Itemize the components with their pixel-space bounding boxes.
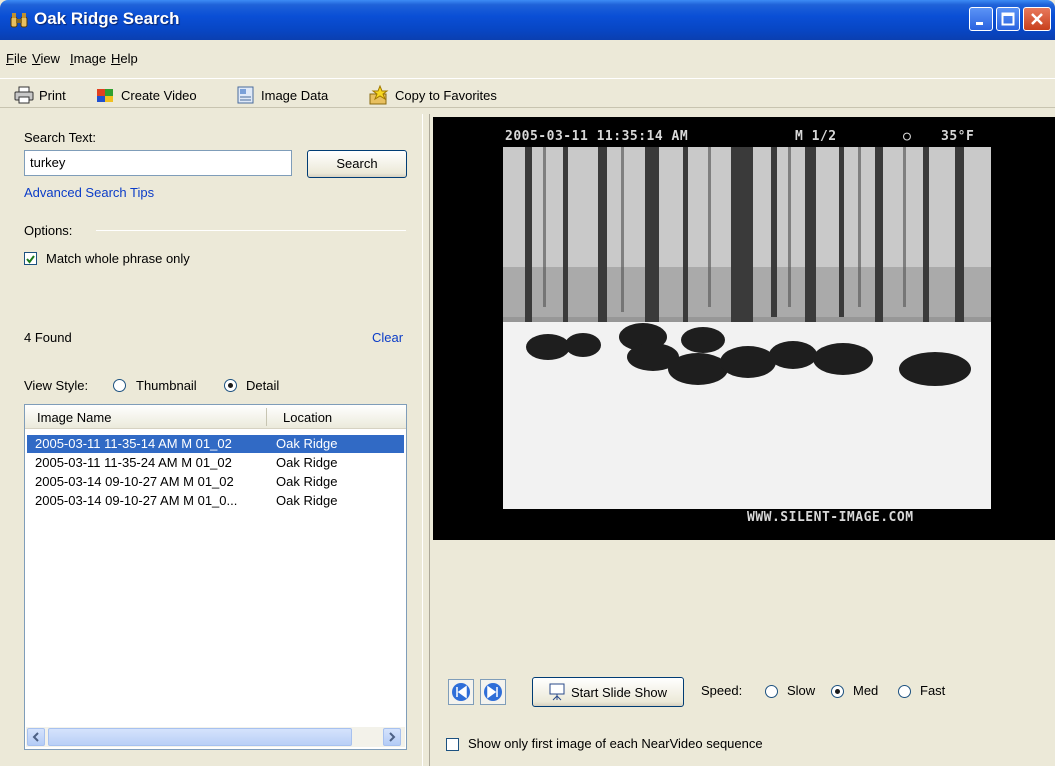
copy-to-favorites-label: Copy to Favorites — [395, 87, 497, 103]
view-style-thumbnail-label: Thumbnail — [136, 378, 197, 393]
view-style-label: View Style: — [24, 378, 89, 393]
menu-bar: File View Image Help — [0, 48, 1055, 70]
copy-to-favorites-button[interactable]: Copy to Favorites — [368, 84, 497, 106]
minimize-button[interactable] — [969, 7, 993, 31]
window-title: Oak Ridge Search — [34, 9, 180, 28]
data-sheet-icon — [237, 86, 254, 104]
match-whole-phrase-checkbox[interactable] — [24, 252, 37, 265]
table-row[interactable]: 2005-03-14 09-10-27 AM M 01_0... Oak Rid… — [27, 492, 404, 510]
column-image-name[interactable]: Image Name — [37, 410, 111, 425]
menu-image[interactable]: Image — [70, 51, 106, 66]
menu-view[interactable]: View — [32, 51, 60, 66]
next-button[interactable] — [480, 679, 506, 705]
maximize-icon — [1001, 12, 1015, 26]
trail-camera-photo — [503, 147, 991, 509]
view-style-detail-radio[interactable] — [224, 379, 237, 392]
turkey-scene-image — [503, 147, 991, 509]
toolbar: Print Create Video Image Data Copy to Fa… — [0, 78, 1055, 108]
view-style-thumbnail-radio[interactable] — [113, 379, 126, 392]
scroll-thumb[interactable] — [48, 728, 352, 746]
advanced-search-tips-link[interactable]: Advanced Search Tips — [24, 185, 154, 200]
presentation-icon — [549, 683, 565, 701]
image-stamp-sequence: M 1/2 — [795, 129, 837, 144]
binoculars-icon — [10, 13, 28, 28]
video-icon — [97, 89, 113, 102]
column-location[interactable]: Location — [283, 410, 332, 425]
column-separator[interactable] — [266, 408, 267, 426]
star-folder-icon — [369, 85, 389, 105]
clear-link[interactable]: Clear — [372, 330, 403, 345]
scroll-right-button[interactable] — [383, 728, 401, 746]
search-text-label: Search Text: — [24, 130, 97, 145]
speed-med-label: Med — [853, 683, 879, 698]
image-watermark: WWW.SILENT-IMAGE.COM — [747, 510, 914, 525]
table-row[interactable]: 2005-03-11 11-35-24 AM M 01_02 Oak Ridge — [27, 454, 404, 472]
menu-help[interactable]: Help — [111, 51, 138, 66]
speed-fast-radio[interactable] — [898, 685, 911, 698]
start-slide-show-button[interactable]: Start Slide Show — [532, 677, 684, 707]
create-video-label: Create Video — [121, 87, 197, 103]
close-button[interactable] — [1023, 7, 1051, 31]
maximize-button[interactable] — [996, 7, 1020, 31]
search-button[interactable]: Search — [307, 150, 407, 178]
create-video-button[interactable]: Create Video — [96, 84, 197, 106]
results-count: 4 Found — [24, 330, 72, 345]
menu-file[interactable]: File — [6, 51, 27, 66]
speed-slow-radio[interactable] — [765, 685, 778, 698]
speed-fast-label: Fast — [920, 683, 946, 698]
image-viewer: 2005-03-11 11:35:14 AM M 1/2 ○ 35°F WWW.… — [433, 117, 1055, 540]
results-list[interactable]: Image Name Location 2005-03-11 11-35-14 … — [24, 404, 407, 750]
checkmark-icon — [26, 255, 35, 264]
options-label: Options: — [24, 223, 73, 238]
chevron-left-icon — [32, 732, 39, 742]
panel-splitter[interactable] — [422, 114, 430, 766]
close-icon — [1031, 13, 1043, 25]
chevron-right-icon — [389, 732, 396, 742]
title-bar[interactable]: Oak Ridge Search — [0, 0, 1055, 40]
image-stamp-temperature: 35°F — [941, 129, 975, 144]
table-row[interactable]: 2005-03-11 11-35-14 AM M 01_02 Oak Ridge — [27, 435, 404, 453]
first-image-only-label: Show only first image of each NearVideo … — [468, 736, 763, 751]
match-whole-phrase-label: Match whole phrase only — [46, 251, 190, 266]
minimize-icon — [976, 22, 983, 25]
scroll-left-button[interactable] — [27, 728, 45, 746]
table-row[interactable]: 2005-03-14 09-10-27 AM M 01_02 Oak Ridge — [27, 473, 404, 491]
print-label: Print — [39, 87, 66, 103]
speed-label: Speed: — [701, 683, 743, 698]
next-icon — [484, 683, 502, 701]
image-data-label: Image Data — [261, 87, 329, 103]
first-image-only-checkbox[interactable] — [446, 738, 459, 751]
options-divider — [96, 230, 406, 231]
search-input[interactable]: turkey — [24, 150, 292, 176]
start-slide-show-label: Start Slide Show — [570, 684, 668, 700]
search-panel: Search Text: turkey Search Advanced Sear… — [14, 114, 418, 766]
previous-button[interactable] — [448, 679, 474, 705]
image-stamp-moon: ○ — [903, 129, 912, 144]
image-stamp-datetime: 2005-03-11 11:35:14 AM — [505, 129, 689, 144]
previous-icon — [452, 683, 470, 701]
view-style-detail-label: Detail — [246, 378, 280, 393]
printer-icon — [14, 86, 34, 104]
print-button[interactable]: Print — [14, 84, 66, 106]
list-header: Image Name Location — [25, 405, 406, 429]
horizontal-scrollbar[interactable] — [26, 727, 405, 747]
speed-med-radio[interactable] — [831, 685, 844, 698]
speed-slow-label: Slow — [787, 683, 816, 698]
image-data-button[interactable]: Image Data — [236, 84, 328, 106]
